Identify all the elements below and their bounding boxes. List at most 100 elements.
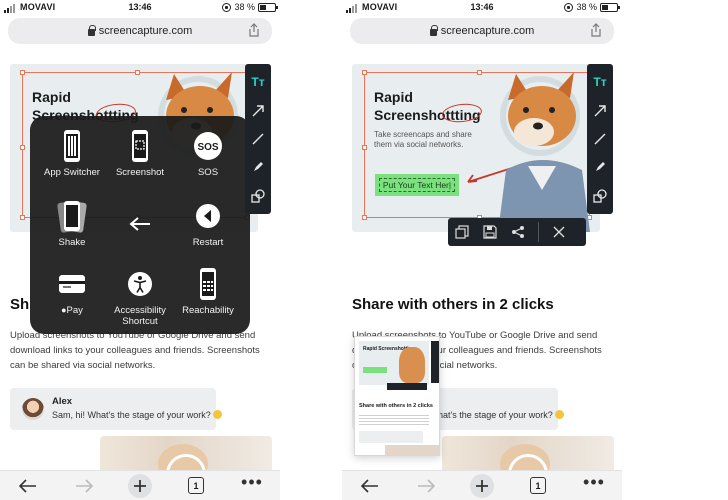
more-dots-icon: ••• bbox=[583, 471, 605, 492]
more-menu-button[interactable]: ••• bbox=[577, 473, 611, 499]
shapes-tool-button[interactable] bbox=[592, 188, 608, 204]
rotation-lock-icon bbox=[564, 2, 574, 12]
toolbar-divider bbox=[538, 222, 539, 242]
assistive-accessibility-shortcut[interactable]: Accessibility Shortcut bbox=[104, 266, 176, 336]
back-button[interactable] bbox=[353, 473, 387, 499]
close-button[interactable] bbox=[545, 218, 573, 246]
save-button[interactable] bbox=[476, 218, 504, 246]
assistive-apple-pay[interactable]: ●Pay bbox=[36, 266, 108, 336]
thumbnail-action-toolbar bbox=[387, 383, 427, 390]
assistive-shake[interactable]: Shake bbox=[36, 198, 108, 268]
forward-button[interactable] bbox=[67, 473, 101, 499]
marker-icon bbox=[254, 162, 263, 172]
line-tool-button[interactable] bbox=[250, 131, 266, 147]
arrow-tool-button[interactable] bbox=[592, 103, 608, 119]
tab-count: 1 bbox=[530, 477, 546, 494]
content-photo bbox=[442, 436, 614, 472]
battery-percent: 38 % bbox=[234, 2, 255, 12]
chat-message-text: Sam, hi! What's the stage of your work? bbox=[52, 410, 211, 420]
save-icon bbox=[483, 225, 497, 239]
more-dots-icon: ••• bbox=[241, 471, 263, 492]
annotation-toolbar: Tт bbox=[245, 64, 271, 214]
arrow-icon bbox=[594, 104, 606, 117]
assistive-label: SOS bbox=[197, 167, 219, 178]
emoji-icon bbox=[212, 410, 222, 419]
assistive-label: App Switcher bbox=[44, 167, 100, 178]
address-bar[interactable]: screencapture.com bbox=[8, 18, 272, 44]
battery-icon bbox=[258, 2, 278, 12]
arrow-icon bbox=[252, 104, 264, 117]
status-bar: MOVAVI 13:46 38 % bbox=[0, 0, 280, 16]
arrow-tool-button[interactable] bbox=[250, 103, 266, 119]
tab-count: 1 bbox=[188, 477, 204, 494]
browser-bottom-bar: 1 ••• bbox=[0, 470, 280, 500]
shake-icon bbox=[56, 198, 88, 234]
more-menu-button[interactable]: ••• bbox=[235, 473, 269, 499]
back-arrow-icon bbox=[124, 206, 156, 242]
text-annotation-value: Put Your Text Her| bbox=[378, 178, 456, 192]
shapes-icon bbox=[593, 189, 607, 203]
line-icon bbox=[594, 133, 606, 145]
tabs-button[interactable]: 1 bbox=[179, 473, 213, 499]
plus-icon bbox=[470, 473, 494, 498]
assistive-reachability[interactable]: Reachability bbox=[172, 266, 244, 336]
thumbnail-dog bbox=[399, 347, 425, 383]
line-icon bbox=[252, 133, 264, 145]
copy-icon bbox=[455, 225, 469, 239]
text-annotation-box[interactable]: Put Your Text Her| bbox=[375, 174, 459, 196]
sos-icon: SOS bbox=[192, 128, 224, 164]
text-tool-button[interactable]: Tт bbox=[250, 74, 266, 90]
shiba-dog-image bbox=[498, 72, 590, 232]
marker-tool-button[interactable] bbox=[250, 159, 266, 175]
screenshot-thumbnail-preview[interactable]: Rapid Screenshotting Share with others i… bbox=[354, 336, 440, 456]
status-right: 38 % bbox=[564, 2, 620, 12]
chat-sender-name: Alex bbox=[52, 396, 73, 407]
back-button[interactable] bbox=[11, 473, 45, 499]
share-icon[interactable] bbox=[248, 23, 260, 37]
new-tab-button[interactable] bbox=[123, 473, 157, 499]
assistive-sos[interactable]: SOS SOS bbox=[172, 128, 244, 198]
emoji-icon bbox=[554, 410, 564, 419]
url-text: screencapture.com bbox=[440, 25, 535, 37]
shapes-tool-button[interactable] bbox=[250, 188, 266, 204]
share-nodes-icon bbox=[512, 226, 524, 238]
share-icon[interactable] bbox=[590, 23, 602, 37]
forward-button[interactable] bbox=[409, 473, 443, 499]
status-bar: MOVAVI 13:46 38 % bbox=[342, 0, 622, 16]
new-tab-button[interactable] bbox=[465, 473, 499, 499]
section-heading: Sh bbox=[10, 296, 30, 313]
shapes-icon bbox=[251, 189, 265, 203]
left-phone-screen: MOVAVI 13:46 38 % screencapture.com Rapi… bbox=[0, 0, 280, 500]
annotation-toolbar: Tт bbox=[587, 64, 613, 214]
assistive-screenshot[interactable]: Screenshot bbox=[104, 128, 176, 198]
copy-button[interactable] bbox=[448, 218, 476, 246]
chat-bubble: Alex Sam, hi! What's the stage of your w… bbox=[10, 388, 222, 430]
accessibility-icon bbox=[124, 266, 156, 302]
assistive-label: Reachability bbox=[182, 305, 234, 316]
text-tool-button[interactable]: Tт bbox=[592, 74, 608, 90]
marker-tool-button[interactable] bbox=[592, 159, 608, 175]
padlock-icon bbox=[87, 24, 96, 36]
forward-arrow-icon bbox=[418, 478, 435, 493]
padlock-icon bbox=[429, 24, 438, 36]
assistive-back[interactable] bbox=[104, 198, 176, 268]
browser-bottom-bar: 1 ••• bbox=[342, 470, 622, 500]
content-photo bbox=[100, 436, 272, 472]
assistive-label: Restart bbox=[192, 237, 224, 248]
screenshot-icon bbox=[124, 128, 156, 164]
assistive-label: ●Pay bbox=[61, 305, 83, 316]
share-button[interactable] bbox=[504, 218, 532, 246]
thumbnail-chat bbox=[359, 431, 423, 443]
reachability-icon bbox=[192, 266, 224, 302]
address-bar[interactable]: screencapture.com bbox=[350, 18, 614, 44]
line-tool-button[interactable] bbox=[592, 131, 608, 147]
capture-action-toolbar bbox=[448, 218, 586, 246]
assistive-restart[interactable]: Restart bbox=[172, 198, 244, 268]
battery-percent: 38 % bbox=[576, 2, 597, 12]
restart-icon bbox=[192, 198, 224, 234]
close-icon bbox=[553, 226, 565, 238]
tabs-button[interactable]: 1 bbox=[521, 473, 555, 499]
section-heading: Share with others in 2 clicks bbox=[352, 296, 554, 313]
thumbnail-hero: Rapid Screenshotting bbox=[359, 341, 429, 385]
assistive-app-switcher[interactable]: App Switcher bbox=[36, 128, 108, 198]
